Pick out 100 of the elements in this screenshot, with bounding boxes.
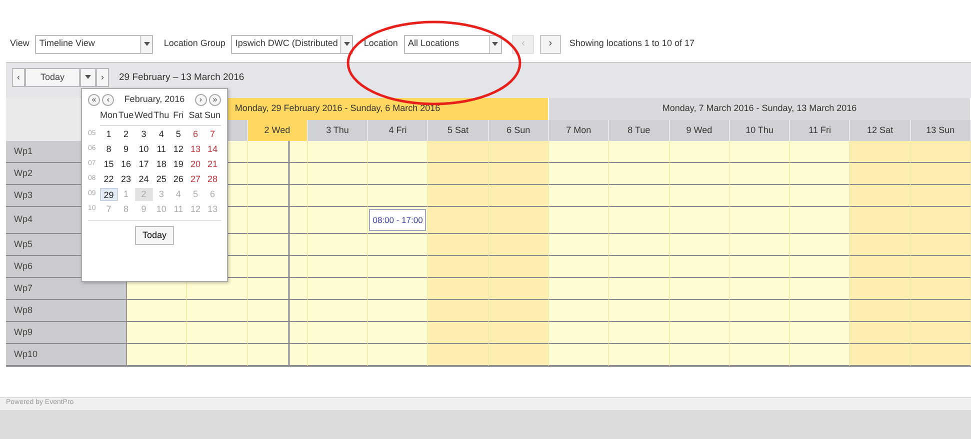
timeline-cell[interactable] <box>910 344 971 366</box>
view-select[interactable]: Timeline View <box>35 34 154 54</box>
day-header[interactable]: 3 Thu <box>308 120 368 141</box>
day-header[interactable]: 8 Tue <box>609 120 670 141</box>
day-header[interactable]: 9 Wed <box>670 120 730 141</box>
timeline-cell[interactable] <box>850 278 911 300</box>
day-header[interactable]: 10 Thu <box>730 120 790 141</box>
calendar-day[interactable]: 18 <box>152 158 170 170</box>
timeline-cell[interactable] <box>308 141 368 163</box>
previous-month-button[interactable]: ‹ <box>102 94 114 106</box>
calendar-day[interactable]: 7 <box>204 128 221 140</box>
timeline-cell[interactable] <box>488 234 549 256</box>
timeline-cell[interactable] <box>308 322 368 344</box>
timeline-cell[interactable] <box>488 185 549 207</box>
next-button[interactable]: › <box>96 68 109 87</box>
timeline-cell[interactable] <box>428 141 489 163</box>
timeline-cell[interactable] <box>910 207 971 234</box>
timeline-cell[interactable] <box>670 141 730 163</box>
timeline-cell[interactable] <box>127 344 188 366</box>
calendar-day[interactable]: 27 <box>186 172 204 186</box>
today-button[interactable]: Today <box>135 226 174 245</box>
timeline-cell[interactable] <box>548 207 610 234</box>
timeline-cell[interactable] <box>308 207 368 234</box>
timeline-cell[interactable] <box>127 300 188 322</box>
timeline-cell[interactable] <box>670 256 730 278</box>
timeline-cell[interactable] <box>730 207 790 234</box>
dropdown-button[interactable] <box>80 68 96 87</box>
timeline-cell[interactable] <box>609 322 670 344</box>
timeline-cell[interactable] <box>368 322 428 344</box>
day-header[interactable]: 5 Sat <box>428 120 489 141</box>
timeline-cell[interactable] <box>670 207 730 234</box>
timeline-cell[interactable] <box>850 207 911 234</box>
timeline-cell[interactable] <box>609 141 670 163</box>
calendar-day[interactable]: 21 <box>204 158 221 170</box>
timeline-cell[interactable] <box>488 141 549 163</box>
timeline-cell[interactable] <box>850 322 911 344</box>
timeline-cell[interactable] <box>308 300 368 322</box>
timeline-cell[interactable] <box>488 256 549 278</box>
timeline-cell[interactable] <box>308 256 368 278</box>
timeline-cell[interactable] <box>910 322 971 344</box>
timeline-cell[interactable] <box>730 278 790 300</box>
timeline-cell[interactable] <box>428 163 489 185</box>
calendar-day[interactable]: 8 <box>100 142 118 156</box>
timeline-cell[interactable] <box>609 207 670 234</box>
timeline-cell[interactable] <box>730 256 790 278</box>
timeline-cell[interactable] <box>670 300 730 322</box>
timeline-cell[interactable] <box>910 185 971 207</box>
calendar-day[interactable]: 5 <box>170 128 187 140</box>
timeline-cell[interactable] <box>790 185 850 207</box>
timeline-cell[interactable] <box>790 300 850 322</box>
previous-button[interactable]: ‹ <box>12 68 25 87</box>
timeline-cell[interactable] <box>790 234 850 256</box>
timeline-cell[interactable] <box>790 256 850 278</box>
timeline-cell[interactable] <box>488 207 549 234</box>
calendar-day[interactable]: 2 <box>118 128 135 140</box>
timeline-cell[interactable] <box>548 322 610 344</box>
timeline-cell[interactable] <box>308 185 368 207</box>
calendar-day[interactable]: 24 <box>134 172 153 186</box>
timeline-cell[interactable] <box>790 163 850 185</box>
timeline-cell[interactable] <box>488 163 549 185</box>
timeline-cell[interactable] <box>670 322 730 344</box>
timeline-cell[interactable] <box>850 344 911 366</box>
day-header[interactable]: 7 Mon <box>548 120 610 141</box>
day-header[interactable]: 12 Sat <box>850 120 911 141</box>
timeline-cell[interactable] <box>790 278 850 300</box>
timeline-cell[interactable] <box>368 300 428 322</box>
timeline-cell[interactable] <box>910 278 971 300</box>
next-year-button[interactable]: » <box>209 94 221 106</box>
calendar-day[interactable]: 1 <box>100 128 118 140</box>
timeline-cell[interactable] <box>127 322 188 344</box>
timeline-cell[interactable] <box>428 344 489 366</box>
timeline-cell[interactable] <box>850 163 911 185</box>
timeline-cell[interactable] <box>368 278 428 300</box>
timeline-cell[interactable] <box>368 234 428 256</box>
timeline-cell[interactable] <box>730 185 790 207</box>
timeline-cell[interactable] <box>790 207 850 234</box>
timeline-cell[interactable] <box>730 344 790 366</box>
timeline-cell[interactable] <box>730 300 790 322</box>
day-header[interactable]: 13 Sun <box>910 120 971 141</box>
timeline-cell[interactable] <box>548 344 610 366</box>
calendar-day[interactable]: 17 <box>134 158 153 170</box>
timeline-cell[interactable] <box>488 300 549 322</box>
timeline-cell[interactable] <box>248 234 308 256</box>
calendar-day[interactable]: 28 <box>204 172 221 186</box>
timeline-cell[interactable] <box>308 234 368 256</box>
timeline-cell[interactable] <box>308 163 368 185</box>
timeline-cell[interactable] <box>850 300 911 322</box>
calendar-day[interactable]: 20 <box>186 158 204 170</box>
calendar-day[interactable]: 29 <box>100 188 118 200</box>
timeline-cell[interactable] <box>548 256 610 278</box>
timeline-cell[interactable] <box>910 163 971 185</box>
timeline-cell[interactable] <box>609 344 670 366</box>
timeline-cell[interactable] <box>670 163 730 185</box>
timeline-cell[interactable] <box>850 141 911 163</box>
timeline-cell[interactable] <box>368 185 428 207</box>
timeline-cell[interactable] <box>187 322 248 344</box>
timeline-cell[interactable] <box>609 234 670 256</box>
timeline-cell[interactable] <box>248 185 308 207</box>
timeline-cell[interactable] <box>670 344 730 366</box>
today-button[interactable]: Today <box>25 68 80 87</box>
